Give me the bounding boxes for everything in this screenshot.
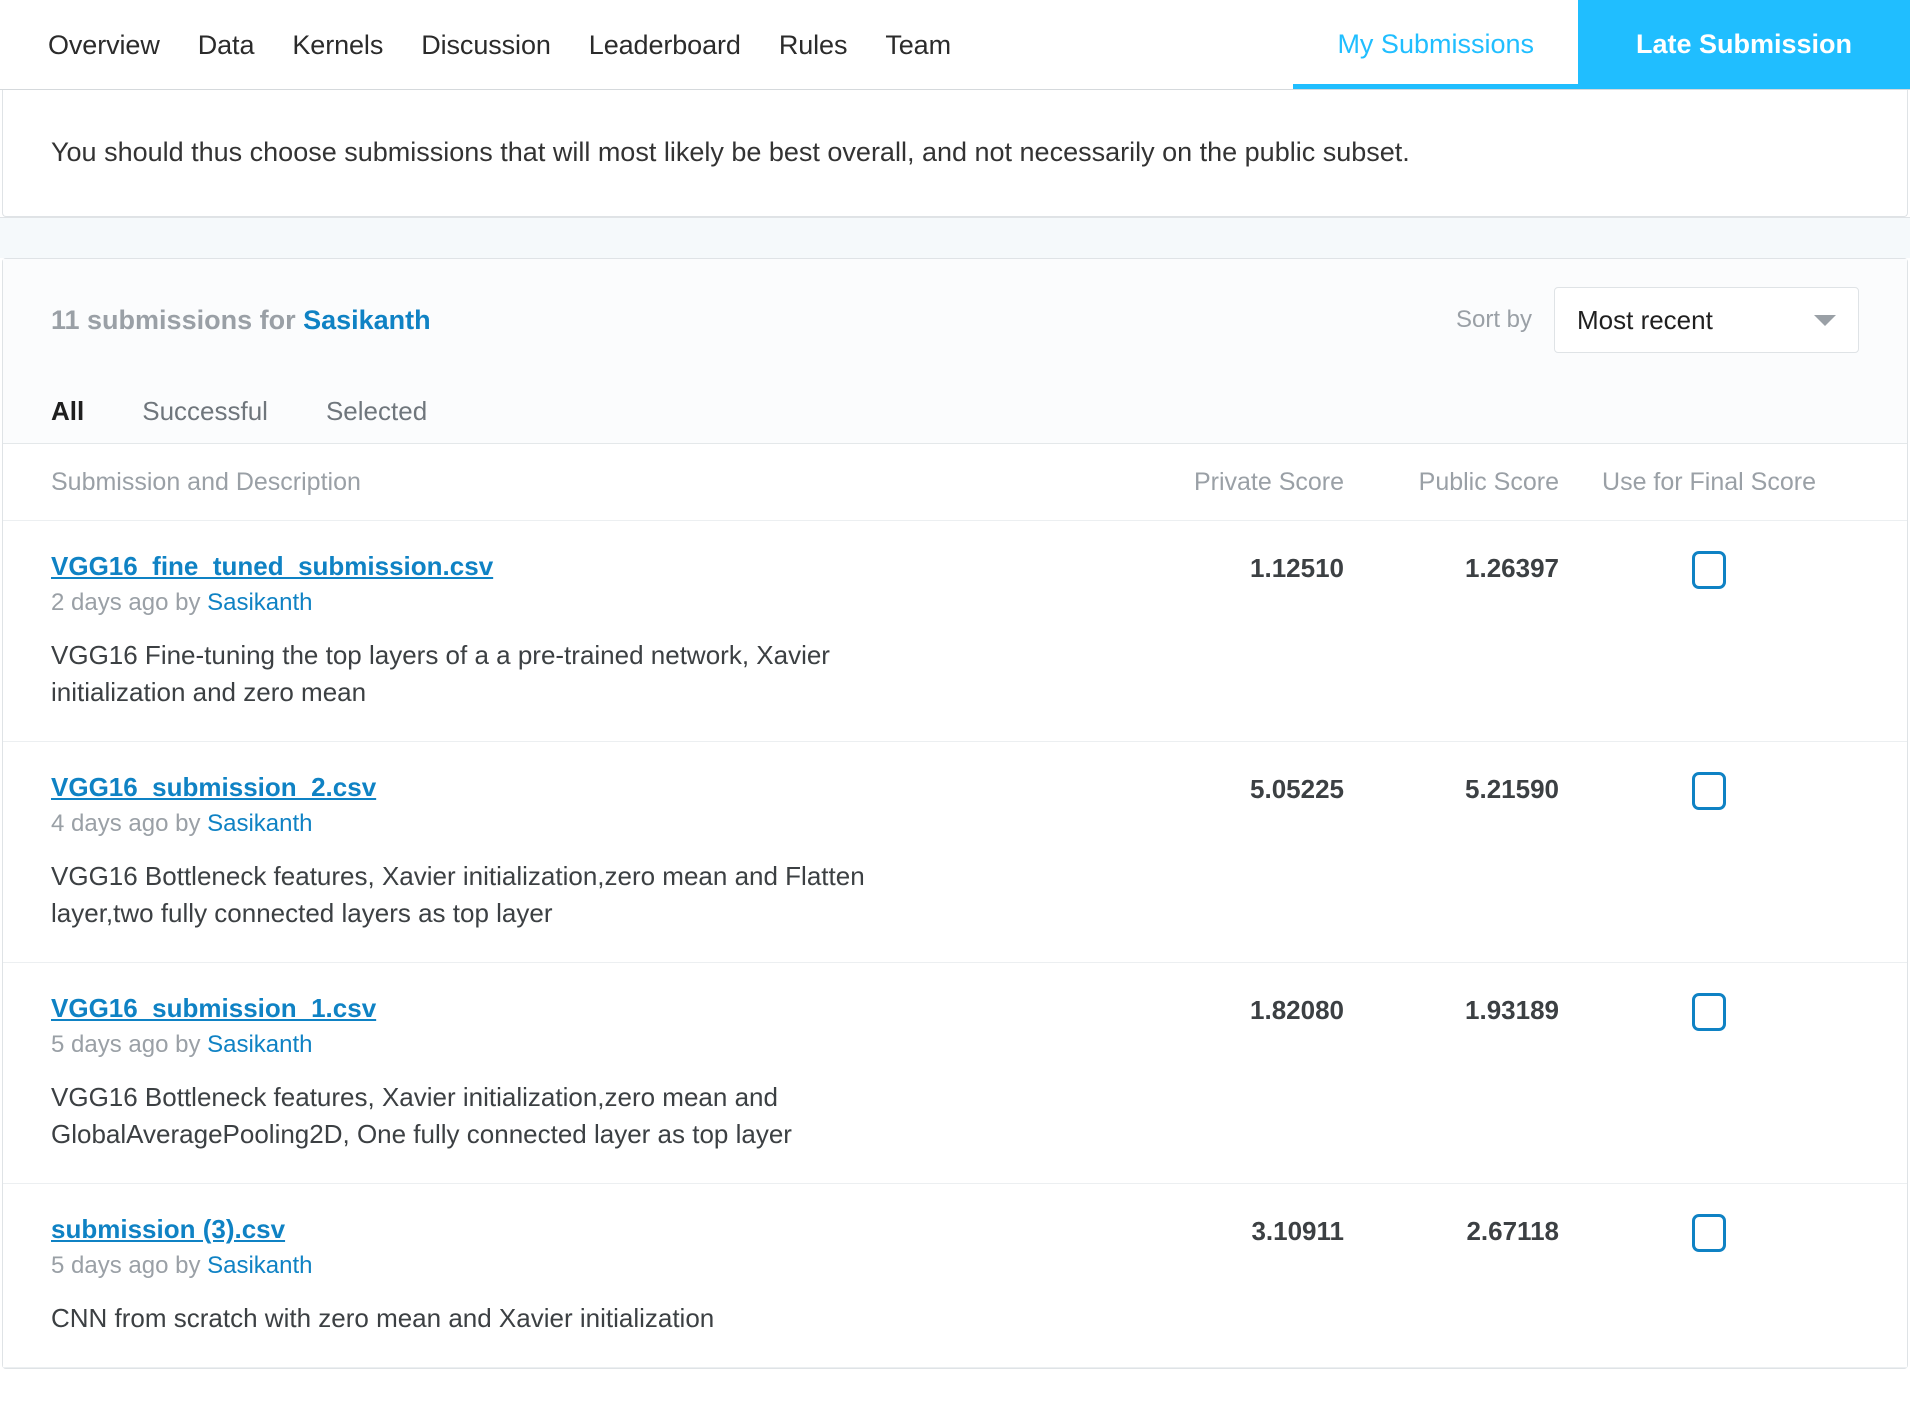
public-score-value: 5.21590 <box>1465 774 1559 805</box>
table-row: VGG16_submission_1.csv 5 days ago by Sas… <box>3 963 1907 1184</box>
sort-control: Sort by Most recent <box>1455 287 1859 354</box>
private-score-value: 3.10911 <box>1251 1215 1344 1246</box>
submission-meta: 5 days ago by Sasikanth <box>51 1031 1129 1059</box>
submissions-count-text: 11 submissions for <box>51 304 296 335</box>
use-for-final-score-cell <box>1559 1213 1859 1252</box>
navbar-links: Overview Data Kernels Discussion Leaderb… <box>0 0 970 89</box>
scoring-notice-text: You should thus choose submissions that … <box>51 137 1410 167</box>
private-score-value: 1.12510 <box>1250 553 1344 584</box>
sort-by-label: Sort by <box>1455 306 1532 334</box>
submission-info-cell: VGG16_submission_1.csv 5 days ago by Sas… <box>51 993 1129 1153</box>
column-header-private-score: Private Score <box>1193 467 1344 496</box>
public-score-value: 1.93189 <box>1465 995 1559 1026</box>
table-row: VGG16_fine_tuned_submission.csv 2 days a… <box>3 521 1907 743</box>
submission-filename-link[interactable]: VGG16_submission_1.csv <box>51 993 376 1024</box>
submissions-count-title: 11 submissions for Sasikanth <box>51 305 431 336</box>
table-header-row: Submission and Description Private Score… <box>3 444 1907 522</box>
use-for-final-score-cell <box>1559 772 1859 811</box>
submission-meta: 5 days ago by Sasikanth <box>51 1252 1129 1280</box>
public-score-value: 1.26397 <box>1465 553 1559 584</box>
filter-tab-selected[interactable]: Selected <box>326 396 427 427</box>
submissions-table: Submission and Description Private Score… <box>3 444 1907 1368</box>
column-header-description: Submission and Description <box>51 467 361 496</box>
submission-description: CNN from scratch with zero mean and Xavi… <box>51 1302 715 1333</box>
filter-tab-all[interactable]: All <box>51 396 84 427</box>
column-header-use-for-final-score: Use for Final Score <box>1602 467 1816 496</box>
competition-navbar: Overview Data Kernels Discussion Leaderb… <box>0 0 1910 90</box>
submission-info-cell: VGG16_submission_2.csv 4 days ago by Sas… <box>51 772 1129 932</box>
use-for-final-score-cell <box>1559 551 1859 590</box>
submission-meta: 4 days ago by Sasikanth <box>51 810 1129 838</box>
filter-tab-successful[interactable]: Successful <box>142 396 268 427</box>
submission-filename-link[interactable]: VGG16_fine_tuned_submission.csv <box>51 551 493 582</box>
submission-time: 4 days ago by <box>51 810 201 838</box>
submission-time: 5 days ago by <box>51 1031 201 1059</box>
nav-item-data[interactable]: Data <box>179 1 274 89</box>
scoring-notice-panel: You should thus choose submissions that … <box>0 90 1910 219</box>
tab-my-submissions[interactable]: My Submissions <box>1293 0 1578 89</box>
page-background-gap <box>0 218 1910 259</box>
submission-author-link[interactable]: Sasikanth <box>207 810 312 837</box>
use-for-final-score-checkbox[interactable] <box>1692 993 1726 1032</box>
navbar-actions: My Submissions Late Submission <box>1293 0 1910 89</box>
nav-item-overview[interactable]: Overview <box>48 1 179 89</box>
submissions-card: 11 submissions for Sasikanth Sort by Mos… <box>2 258 1908 1369</box>
submission-author-link[interactable]: Sasikanth <box>207 589 312 616</box>
submission-filename-link[interactable]: VGG16_submission_2.csv <box>51 772 376 803</box>
private-score-value: 1.82080 <box>1250 995 1344 1026</box>
use-for-final-score-checkbox[interactable] <box>1692 1213 1726 1252</box>
submission-info-cell: submission (3).csv 5 days ago by Sasikan… <box>51 1214 1129 1337</box>
nav-item-kernels[interactable]: Kernels <box>273 1 402 89</box>
table-row: VGG16_submission_2.csv 4 days ago by Sas… <box>3 742 1907 964</box>
use-for-final-score-checkbox[interactable] <box>1692 551 1726 590</box>
submission-meta: 2 days ago by Sasikanth <box>51 589 1129 617</box>
nav-item-rules[interactable]: Rules <box>760 1 867 89</box>
submissions-card-header: 11 submissions for Sasikanth Sort by Mos… <box>3 259 1907 380</box>
column-header-public-score: Public Score <box>1418 467 1559 496</box>
sort-by-select[interactable]: Most recent <box>1554 287 1859 354</box>
submission-author-link[interactable]: Sasikanth <box>207 1031 312 1058</box>
submission-description: VGG16 Bottleneck features, Xavier initia… <box>51 1082 792 1149</box>
nav-item-team[interactable]: Team <box>866 1 970 89</box>
submission-time: 2 days ago by <box>51 589 201 617</box>
submission-info-cell: VGG16_fine_tuned_submission.csv 2 days a… <box>51 551 1129 711</box>
nav-item-leaderboard[interactable]: Leaderboard <box>570 1 760 89</box>
late-submission-button[interactable]: Late Submission <box>1578 0 1910 89</box>
submission-time: 5 days ago by <box>51 1251 201 1279</box>
table-row: submission (3).csv 5 days ago by Sasikan… <box>3 1183 1907 1368</box>
use-for-final-score-checkbox[interactable] <box>1692 772 1726 811</box>
submission-description: VGG16 Fine-tuning the top layers of a a … <box>51 640 830 708</box>
private-score-value: 5.05225 <box>1250 774 1344 805</box>
submissions-owner-link[interactable]: Sasikanth <box>303 305 431 335</box>
sort-by-value: Most recent <box>1577 304 1713 335</box>
submission-author-link[interactable]: Sasikanth <box>207 1252 312 1279</box>
use-for-final-score-cell <box>1559 993 1859 1032</box>
nav-item-discussion[interactable]: Discussion <box>402 1 570 89</box>
submission-filter-tabs: All Successful Selected <box>3 379 1907 445</box>
chevron-down-icon <box>1814 314 1836 326</box>
submission-description: VGG16 Bottleneck features, Xavier initia… <box>51 861 865 929</box>
public-score-value: 2.67118 <box>1466 1215 1559 1246</box>
submission-filename-link[interactable]: submission (3).csv <box>51 1214 285 1245</box>
